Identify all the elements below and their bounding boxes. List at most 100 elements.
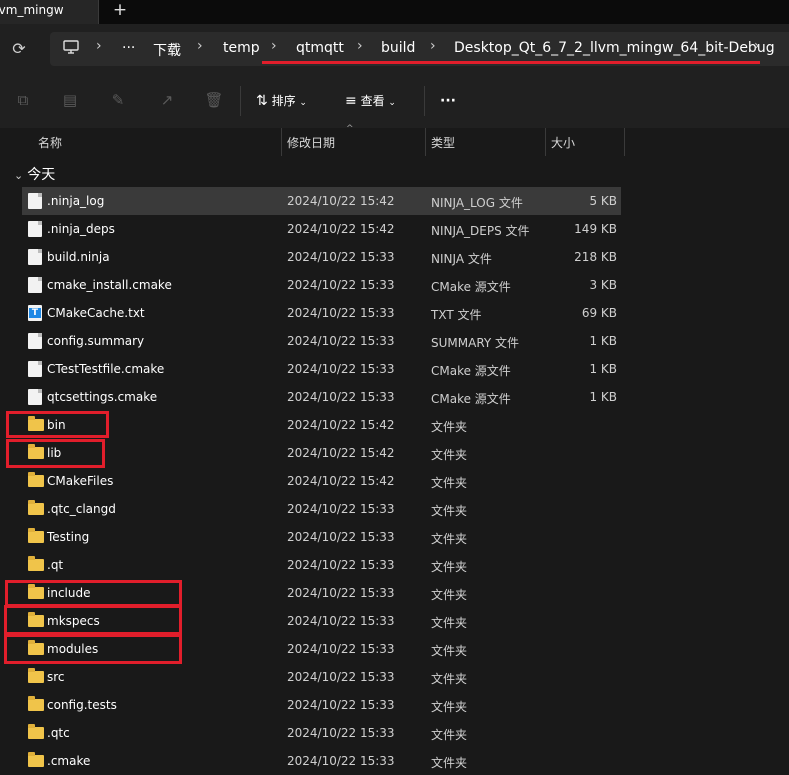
file-row[interactable]: .cmake 2024/10/22 15:33 文件夹 xyxy=(22,747,621,775)
text-file-icon xyxy=(28,305,42,321)
folder-icon xyxy=(28,752,44,767)
file-name: CTestTestfile.cmake xyxy=(47,362,165,376)
file-row[interactable]: .qt 2024/10/22 15:33 文件夹 xyxy=(22,551,621,579)
file-row[interactable]: src 2024/10/22 15:33 文件夹 xyxy=(22,663,621,691)
breadcrumb-temp[interactable]: temp xyxy=(223,40,260,56)
file-row[interactable]: .qtc 2024/10/22 15:33 文件夹 xyxy=(22,719,621,747)
column-divider[interactable] xyxy=(281,128,282,156)
chevron-right-icon[interactable]: › xyxy=(754,38,760,54)
highlight-underline xyxy=(262,61,760,64)
file-icon xyxy=(28,389,42,405)
paste-icon[interactable]: ▤ xyxy=(59,89,81,111)
breadcrumb-downloads[interactable]: 下载 xyxy=(153,40,181,60)
chevron-right-icon: › xyxy=(357,38,363,54)
file-type: 文件夹 xyxy=(431,420,468,434)
file-type: CMake 源文件 xyxy=(431,280,511,294)
file-size: 149 KB xyxy=(574,222,617,236)
tab-title: llvm_mingw xyxy=(0,3,64,17)
file-row[interactable]: .ninja_log 2024/10/22 15:42 NINJA_LOG 文件 5 … xyxy=(22,187,621,215)
file-row[interactable]: config.tests 2024/10/22 15:33 文件夹 xyxy=(22,691,621,719)
chevron-right-icon: › xyxy=(430,38,436,54)
chevron-down-icon: ⌄ xyxy=(299,98,307,108)
file-name: build.ninja xyxy=(47,250,110,264)
file-type: 文件夹 xyxy=(431,504,468,518)
delete-icon[interactable]: 🗑 xyxy=(203,89,225,111)
file-type: 文件夹 xyxy=(431,532,468,546)
file-size: 69 KB xyxy=(581,306,617,320)
file-date: 2024/10/22 15:33 xyxy=(287,614,395,628)
file-icon xyxy=(28,361,42,377)
folder-icon xyxy=(28,500,44,515)
column-date[interactable]: 修改日期 xyxy=(287,134,335,151)
file-row[interactable]: .qtc_clangd 2024/10/22 15:33 文件夹 xyxy=(22,495,621,523)
breadcrumb-qtmqtt[interactable]: qtmqtt xyxy=(296,40,344,56)
column-type[interactable]: 类型 xyxy=(431,134,455,151)
file-name: qtcsettings.cmake xyxy=(47,390,158,404)
column-divider[interactable] xyxy=(425,128,426,156)
sort-label: 排序 xyxy=(271,94,296,108)
file-row[interactable]: bin 2024/10/22 15:42 文件夹 xyxy=(22,411,621,439)
file-size: 5 KB xyxy=(589,194,617,208)
breadcrumb-build-folder[interactable]: Desktop_Qt_6_7_2_llvm_mingw_64_bit-Debug xyxy=(454,40,775,56)
chevron-right-icon: › xyxy=(197,38,203,54)
file-row[interactable]: Testing 2024/10/22 15:33 文件夹 xyxy=(22,523,621,551)
column-divider[interactable] xyxy=(624,128,625,156)
folder-icon xyxy=(28,696,44,711)
copy-icon[interactable]: ⧉ xyxy=(12,89,34,111)
file-name: .cmake xyxy=(47,754,91,768)
divider xyxy=(424,86,425,116)
column-name[interactable]: 名称 xyxy=(38,134,62,151)
rename-icon[interactable]: ✎ xyxy=(107,89,129,111)
file-type: 文件夹 xyxy=(431,588,468,602)
more-options-button[interactable]: ··· xyxy=(440,88,456,114)
this-pc-icon[interactable] xyxy=(62,38,80,60)
new-tab-button[interactable]: + xyxy=(108,0,132,22)
file-type: SUMMARY 文件 xyxy=(431,336,520,350)
divider xyxy=(240,86,241,116)
file-row[interactable]: cmake_install.cmake 2024/10/22 15:33 CMake… xyxy=(22,271,621,299)
file-date: 2024/10/22 15:33 xyxy=(287,530,395,544)
file-type: 文件夹 xyxy=(431,672,468,686)
refresh-icon[interactable]: ⟳ xyxy=(8,38,30,60)
group-label: 今天 xyxy=(27,167,56,183)
file-row[interactable]: CMakeFiles 2024/10/22 15:42 文件夹 xyxy=(22,467,621,495)
highlight-box xyxy=(6,439,105,468)
column-size[interactable]: 大小 xyxy=(551,134,575,151)
group-header-today[interactable]: ⌄ 今天 xyxy=(14,164,55,184)
tab-bar: llvm_mingw + xyxy=(0,0,789,24)
file-type: 文件夹 xyxy=(431,728,468,742)
file-type: 文件夹 xyxy=(431,756,468,770)
file-date: 2024/10/22 15:33 xyxy=(287,558,395,572)
file-row[interactable]: build.ninja 2024/10/22 15:33 NINJA 文件 218 K… xyxy=(22,243,621,271)
file-type: 文件夹 xyxy=(431,448,468,462)
share-icon[interactable]: ↗ xyxy=(156,89,178,111)
highlight-box xyxy=(6,411,109,438)
file-row[interactable]: .ninja_deps 2024/10/22 15:42 NINJA_DEPS 文件… xyxy=(22,215,621,243)
file-type: NINJA_DEPS 文件 xyxy=(431,224,530,238)
file-date: 2024/10/22 15:33 xyxy=(287,390,395,404)
file-name: CMakeFiles xyxy=(47,474,114,488)
window-tab[interactable]: llvm_mingw xyxy=(0,0,99,24)
file-date: 2024/10/22 15:33 xyxy=(287,278,395,292)
file-name: Testing xyxy=(47,530,90,544)
chevron-down-icon: ⌄ xyxy=(388,98,396,108)
file-row[interactable]: lib 2024/10/22 15:42 文件夹 xyxy=(22,439,621,467)
column-divider[interactable] xyxy=(545,128,546,156)
file-type: NINJA 文件 xyxy=(431,252,492,266)
file-row[interactable]: config.summary 2024/10/22 15:33 SUMMARY 文件… xyxy=(22,327,621,355)
file-row[interactable]: CTestTestfile.cmake 2024/10/22 15:33 CMake… xyxy=(22,355,621,383)
view-button[interactable]: ≡ 查看 ⌄ xyxy=(345,88,396,114)
highlight-box xyxy=(5,580,182,607)
file-date: 2024/10/22 15:33 xyxy=(287,250,395,264)
file-type: 文件夹 xyxy=(431,616,468,630)
file-row[interactable]: qtcsettings.cmake 2024/10/22 15:33 CMake 源… xyxy=(22,383,621,411)
file-row[interactable]: CMakeCache.txt 2024/10/22 15:33 TXT 文件 69 K… xyxy=(22,299,621,327)
folder-icon xyxy=(28,556,44,571)
file-date: 2024/10/22 15:33 xyxy=(287,670,395,684)
file-date: 2024/10/22 15:42 xyxy=(287,446,395,460)
sort-button[interactable]: ⇅ 排序 ⌄ xyxy=(256,88,307,114)
view-label: 查看 xyxy=(360,94,385,108)
breadcrumb-build[interactable]: build xyxy=(381,40,415,56)
breadcrumb-overflow[interactable]: ··· xyxy=(122,40,135,56)
file-type: CMake 源文件 xyxy=(431,392,511,406)
